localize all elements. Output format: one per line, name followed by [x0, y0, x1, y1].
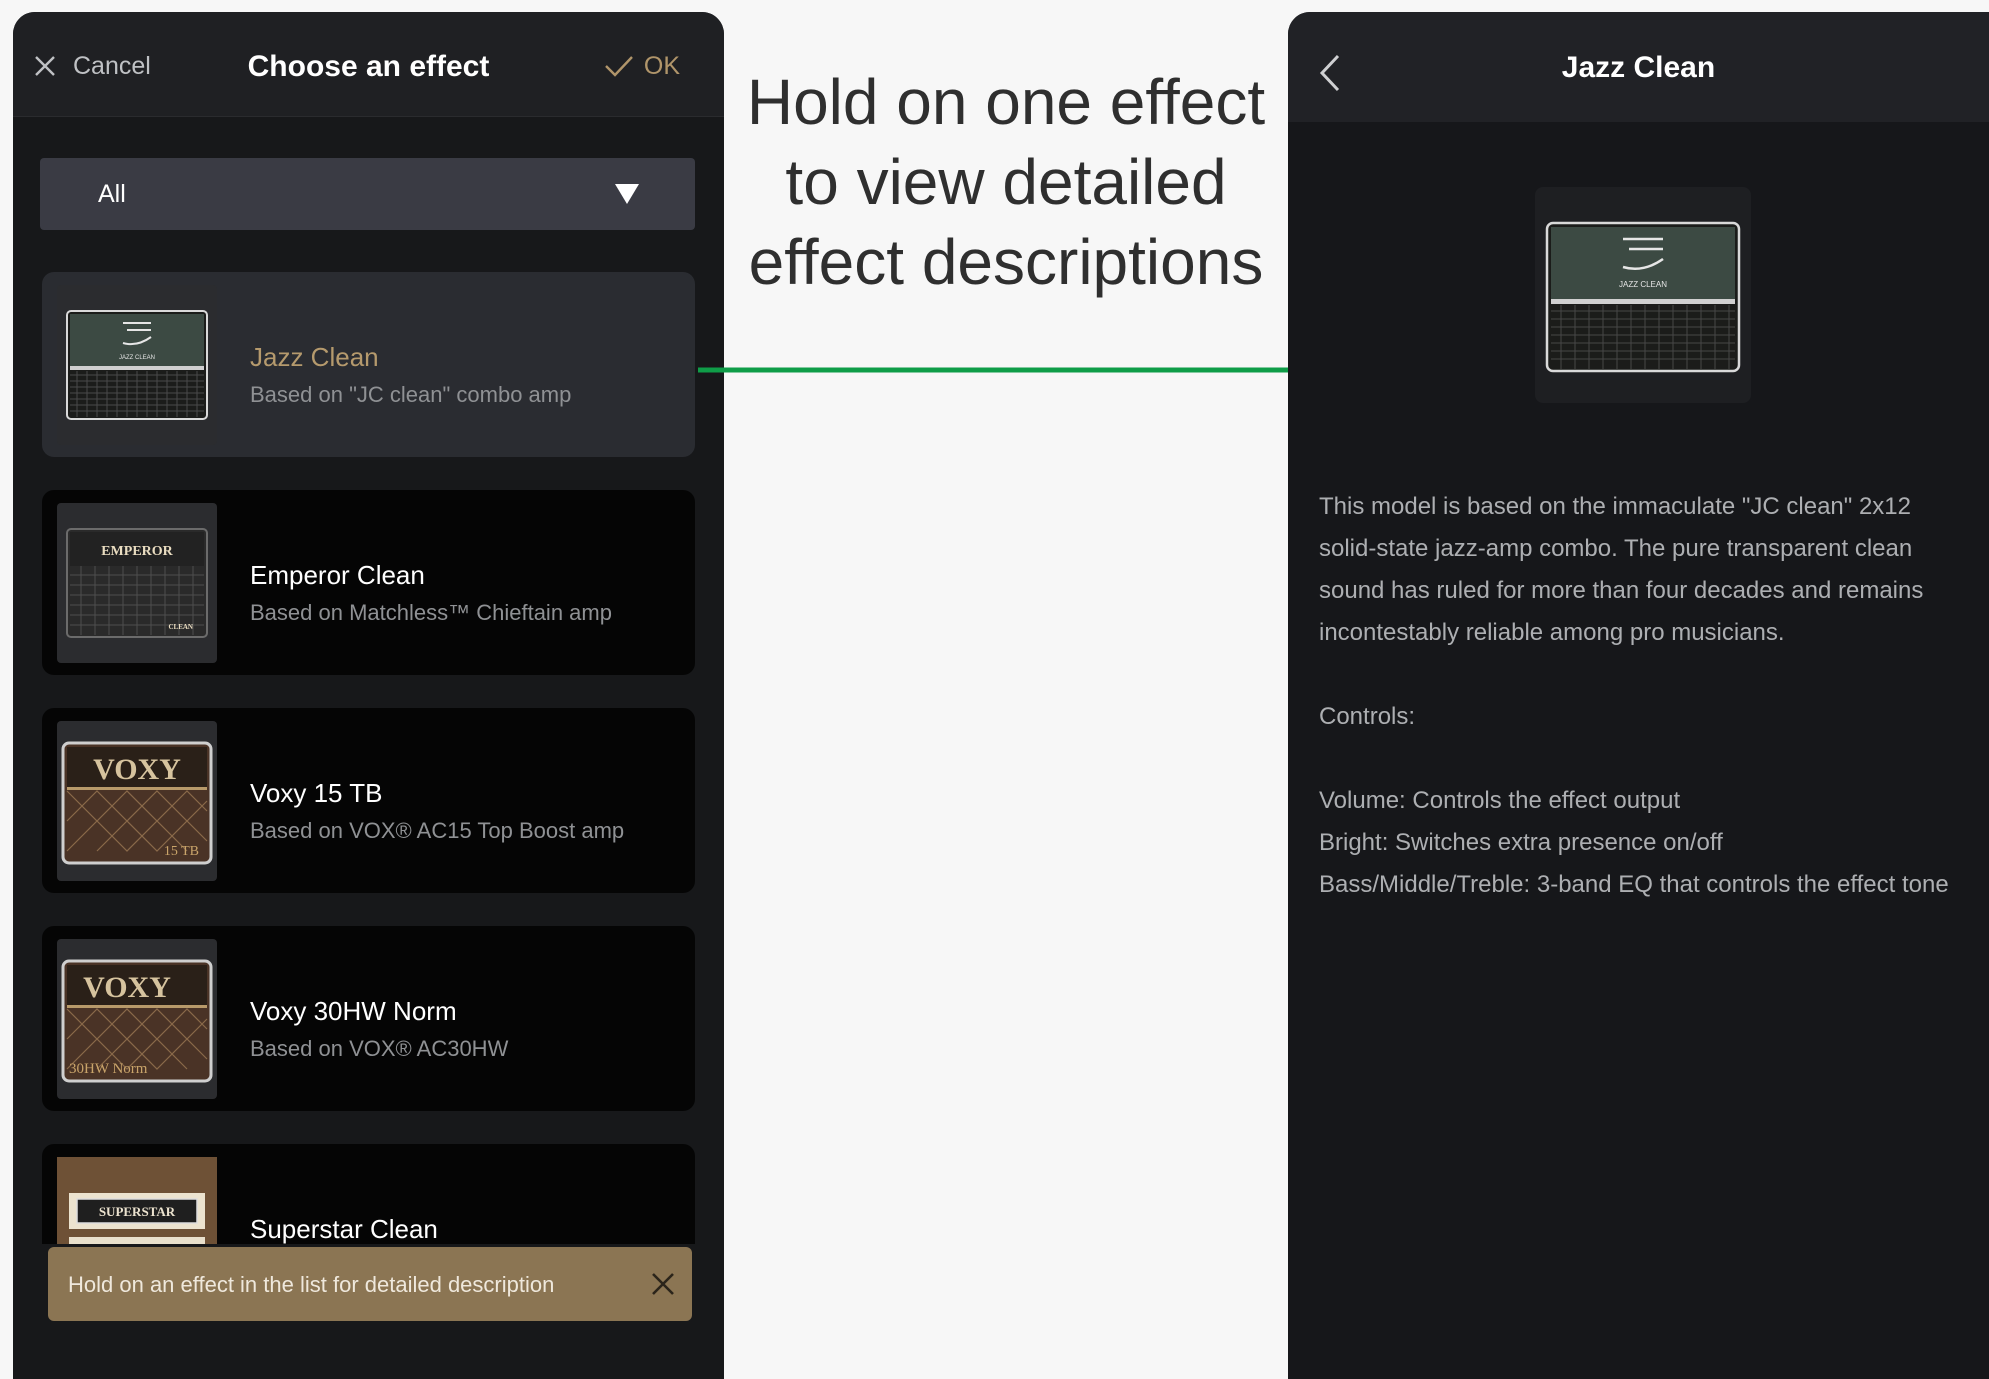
hint-toast: Hold on an effect in the list for detail…	[48, 1247, 692, 1321]
annotation-line: Hold on one effect	[746, 66, 1266, 138]
effect-item-jazz-clean[interactable]: JAZZ CLEAN Jazz Clean Based on "JC clean…	[42, 272, 695, 457]
effect-description: Based on Matchless™ Chieftain amp	[250, 600, 612, 625]
ok-label: OK	[643, 51, 680, 80]
instruction-annotation: Hold on one effect to view detailed effe…	[736, 62, 1276, 302]
controls-heading: Controls:	[1319, 703, 1416, 730]
effect-item-emperor-clean[interactable]: EMPEROR CLEAN Emperor Clean Based on Mat…	[42, 490, 695, 675]
emperor-clean-amp-thumbnail: EMPEROR CLEAN	[57, 503, 217, 663]
thumbnail-sublabel: CLEAN	[168, 623, 193, 631]
thumbnail-label: VOXY	[93, 753, 181, 786]
right-arrow-icon	[698, 355, 1318, 385]
thumbnail-label: SUPERSTAR	[99, 1204, 176, 1219]
control-line: Volume: Controls the effect output	[1319, 787, 1681, 814]
effect-item-voxy-30hw-norm[interactable]: VOXY 30HW Norm Voxy 30HW Norm Based on V…	[42, 926, 695, 1111]
control-line: Bass/Middle/Treble: 3-band EQ that contr…	[1319, 871, 1949, 898]
thumbnail-label: JAZZ CLEAN	[119, 355, 155, 361]
effect-description: Based on VOX® AC30HW	[250, 1036, 509, 1061]
thumbnail-label: EMPEROR	[101, 544, 173, 559]
close-toast-icon[interactable]	[646, 1267, 680, 1301]
effect-name: Jazz Clean	[250, 342, 379, 372]
jazz-clean-amp-image: JAZZ CLEAN	[1535, 187, 1751, 403]
thumbnail-sublabel: 30HW Norm	[69, 1061, 148, 1077]
effect-description: Based on VOX® AC15 Top Boost amp	[250, 818, 625, 843]
effect-detail-description: This model is based on the immaculate "J…	[1319, 486, 1959, 906]
superstar-amp-thumbnail: SUPERSTAR	[57, 1157, 217, 1244]
effect-item-superstar-clean[interactable]: SUPERSTAR Superstar Clean	[42, 1144, 695, 1244]
voxy-30hw-amp-thumbnail: VOXY 30HW Norm	[57, 939, 217, 1099]
effect-name: Voxy 30HW Norm	[250, 996, 457, 1026]
picker-header: Cancel Choose an effect OK	[13, 12, 724, 117]
detail-title: Jazz Clean	[1561, 51, 1716, 84]
detail-header: Jazz Clean	[1288, 12, 1989, 122]
thumbnail-label: JAZZ CLEAN	[1619, 280, 1667, 289]
jazz-clean-amp-thumbnail: JAZZ CLEAN	[57, 285, 217, 445]
effect-item-voxy-15-tb[interactable]: VOXY 15 TB Voxy 15 TB Based on VOX® AC15…	[42, 708, 695, 893]
toast-message: Hold on an effect in the list for detail…	[68, 1272, 555, 1297]
ok-button[interactable]: OK	[604, 46, 680, 86]
annotation-line: effect descriptions	[748, 226, 1264, 298]
annotation-line: to view detailed	[785, 146, 1227, 218]
category-filter-dropdown[interactable]: All	[40, 158, 695, 230]
control-line: Bright: Switches extra presence on/off	[1319, 829, 1723, 856]
thumbnail-label: VOXY	[83, 971, 171, 1004]
caret-down-icon	[615, 184, 639, 204]
effect-name: Emperor Clean	[250, 560, 425, 590]
effect-list[interactable]: JAZZ CLEAN Jazz Clean Based on "JC clean…	[13, 258, 724, 1244]
checkmark-icon	[605, 56, 633, 77]
effect-picker-screen: Cancel Choose an effect OK All JAZZ CLEA…	[13, 12, 724, 1379]
effect-description: Based on "JC clean" combo amp	[250, 382, 572, 407]
voxy-15tb-amp-thumbnail: VOXY 15 TB	[57, 721, 217, 881]
description-text: This model is based on the immaculate "J…	[1319, 493, 1924, 646]
effect-name: Voxy 15 TB	[250, 778, 383, 808]
effect-name: Superstar Clean	[250, 1214, 438, 1244]
effect-detail-screen: Jazz Clean JAZZ CLEAN This model is base…	[1288, 12, 1989, 1379]
thumbnail-sublabel: 15 TB	[164, 844, 199, 859]
filter-value: All	[98, 180, 126, 208]
